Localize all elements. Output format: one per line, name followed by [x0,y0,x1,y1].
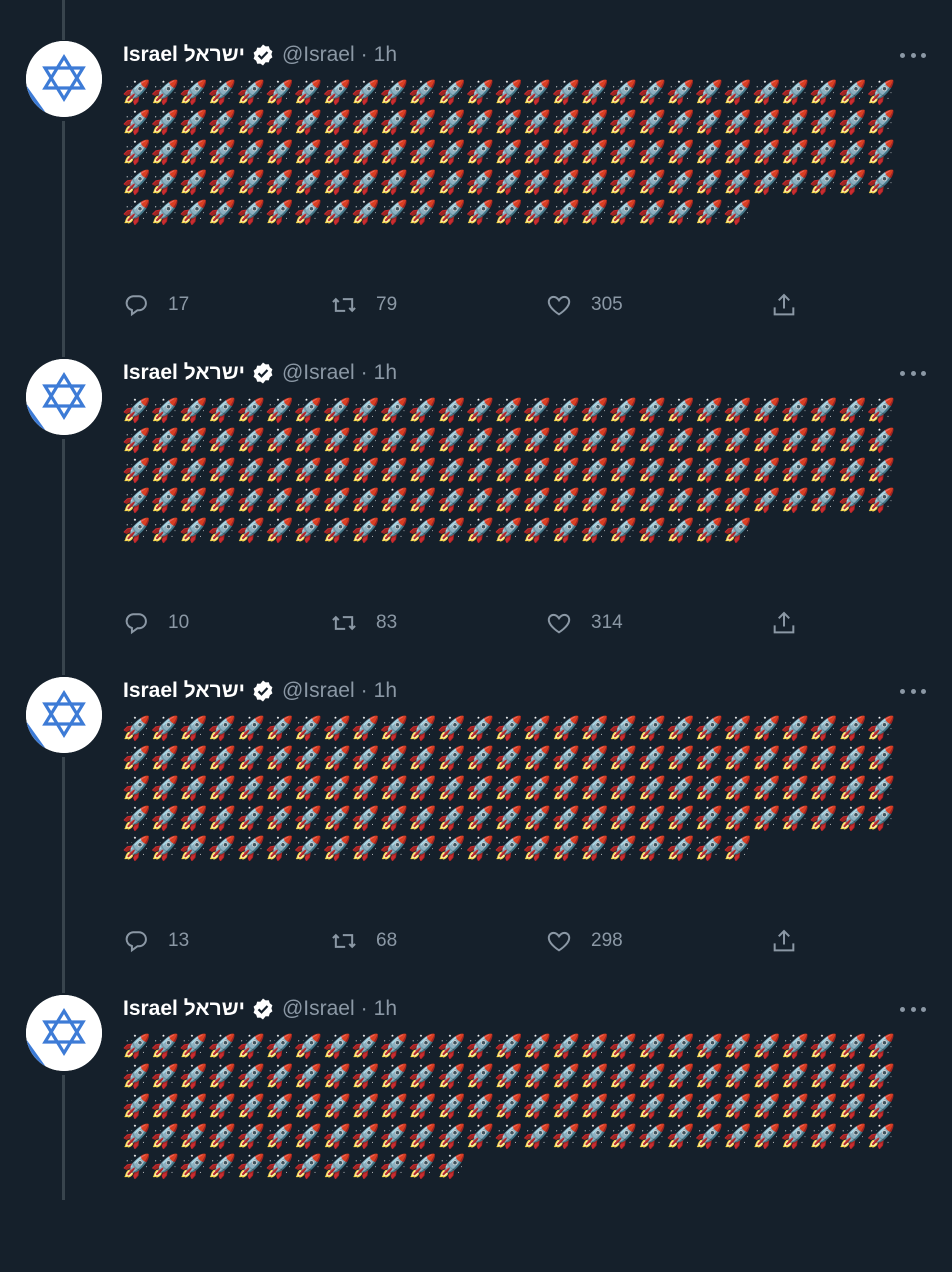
tweet-text: 🚀🚀🚀🚀🚀🚀🚀🚀🚀🚀🚀🚀🚀🚀🚀🚀🚀🚀🚀🚀🚀🚀🚀🚀🚀🚀🚀🚀🚀🚀🚀🚀🚀🚀🚀🚀🚀🚀🚀🚀… [122,398,896,544]
israel-flag-avatar-icon [26,41,102,117]
more-options-icon[interactable] [900,679,926,703]
tweet-actions: 10 83 314 [122,606,812,640]
handle[interactable]: @Israel [282,361,355,385]
display-name[interactable]: Israel ישראל [123,43,245,67]
display-name[interactable]: Israel ישראל [123,679,245,703]
timestamp[interactable]: 1h [374,43,397,67]
timestamp[interactable]: 1h [374,679,397,703]
like-count: 314 [591,612,623,633]
like-button[interactable]: 305 [545,288,623,322]
share-button[interactable] [770,288,798,322]
retweet-button[interactable]: 83 [330,606,397,640]
tweet-header: Israel ישראל @Israel · 1h [123,994,397,1024]
handle[interactable]: @Israel [282,43,355,67]
verified-badge-icon [253,44,273,66]
share-icon [773,611,795,634]
tweet[interactable]: Israel ישראל @Israel · 1h 🚀🚀🚀🚀🚀🚀🚀🚀🚀🚀🚀🚀🚀🚀… [0,318,952,636]
separator-dot: · [360,43,368,66]
separator-dot: · [360,361,368,384]
like-count: 305 [591,294,623,315]
handle[interactable]: @Israel [282,997,355,1021]
tweet-text: 🚀🚀🚀🚀🚀🚀🚀🚀🚀🚀🚀🚀🚀🚀🚀🚀🚀🚀🚀🚀🚀🚀🚀🚀🚀🚀🚀🚀🚀🚀🚀🚀🚀🚀🚀🚀🚀🚀🚀🚀… [122,1034,896,1180]
tweet[interactable]: Israel ישראל @Israel · 1h 🚀🚀🚀🚀🚀🚀🚀🚀🚀🚀🚀🚀🚀🚀… [0,954,952,1272]
israel-flag-avatar-icon [26,995,102,1071]
reply-button[interactable]: 10 [122,606,189,640]
reply-button[interactable]: 13 [122,924,189,958]
verified-badge-icon [253,680,273,702]
avatar[interactable] [26,995,102,1071]
avatar[interactable] [26,359,102,435]
tweet-actions: 17 79 305 [122,288,812,322]
tweet-text: 🚀🚀🚀🚀🚀🚀🚀🚀🚀🚀🚀🚀🚀🚀🚀🚀🚀🚀🚀🚀🚀🚀🚀🚀🚀🚀🚀🚀🚀🚀🚀🚀🚀🚀🚀🚀🚀🚀🚀🚀… [122,716,896,862]
avatar[interactable] [26,41,102,117]
tweet[interactable]: Israel ישראל @Israel · 1h 🚀🚀🚀🚀🚀🚀🚀🚀🚀🚀🚀🚀🚀🚀… [0,636,952,954]
reply-count: 10 [168,612,190,633]
retweet-icon [332,933,356,949]
retweet-count: 68 [376,930,398,951]
separator-dot: · [360,997,368,1020]
israel-flag-avatar-icon [26,677,102,753]
like-icon [547,295,571,316]
verified-badge-icon [253,362,273,384]
reply-icon [125,295,147,317]
reply-icon [125,613,147,635]
reply-icon [125,931,147,953]
timestamp[interactable]: 1h [374,997,397,1021]
like-button[interactable]: 298 [545,924,623,958]
share-icon [773,293,795,316]
tweet-header: Israel ישראל @Israel · 1h [123,358,397,388]
handle[interactable]: @Israel [282,679,355,703]
share-icon [773,929,795,952]
tweet-text: 🚀🚀🚀🚀🚀🚀🚀🚀🚀🚀🚀🚀🚀🚀🚀🚀🚀🚀🚀🚀🚀🚀🚀🚀🚀🚀🚀🚀🚀🚀🚀🚀🚀🚀🚀🚀🚀🚀🚀🚀… [122,80,896,226]
retweet-icon [332,615,356,631]
verified-badge-icon [253,998,273,1020]
retweet-count: 79 [376,294,398,315]
display-name[interactable]: Israel ישראל [123,361,245,385]
share-button[interactable] [770,924,798,958]
israel-flag-avatar-icon [26,359,102,435]
retweet-count: 83 [376,612,398,633]
avatar[interactable] [26,677,102,753]
tweet-actions: 13 68 298 [122,924,812,958]
retweet-button[interactable]: 68 [330,924,397,958]
reply-button[interactable]: 17 [122,288,189,322]
separator-dot: · [360,679,368,702]
like-icon [547,613,571,634]
reply-count: 13 [168,930,190,951]
more-options-icon[interactable] [900,361,926,385]
tweet[interactable]: Israel ישראל @Israel · 1h 🚀🚀🚀🚀🚀🚀🚀🚀🚀🚀🚀🚀🚀🚀… [0,0,952,318]
more-options-icon[interactable] [900,997,926,1021]
like-button[interactable]: 314 [545,606,623,640]
tweet-header: Israel ישראל @Israel · 1h [123,40,397,70]
more-options-icon[interactable] [900,43,926,67]
like-count: 298 [591,930,623,951]
timestamp[interactable]: 1h [374,361,397,385]
tweet-header: Israel ישראל @Israel · 1h [123,676,397,706]
reply-count: 17 [168,294,190,315]
display-name[interactable]: Israel ישראל [123,997,245,1021]
retweet-button[interactable]: 79 [330,288,397,322]
share-button[interactable] [770,606,798,640]
retweet-icon [332,297,356,313]
like-icon [547,931,571,952]
